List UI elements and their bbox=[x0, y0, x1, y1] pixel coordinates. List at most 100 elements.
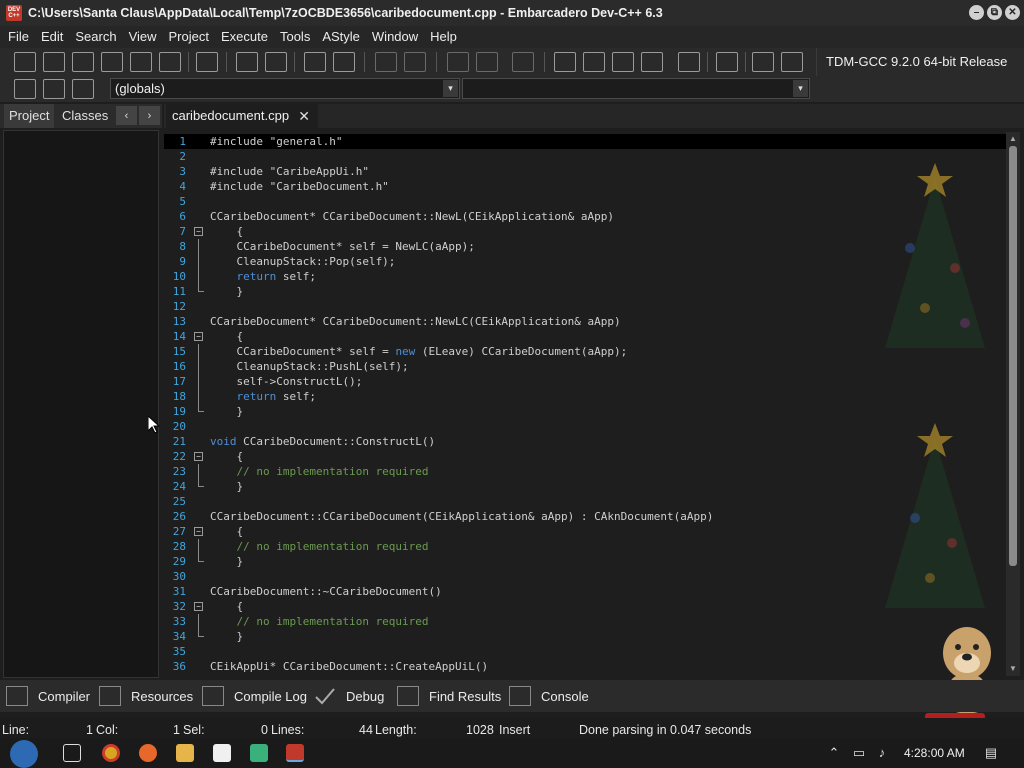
code-line[interactable]: 13 CCaribeDocument* CCaribeDocument::NewL… bbox=[164, 314, 1006, 329]
code-line[interactable]: 14− { bbox=[164, 329, 1006, 344]
close-button[interactable]: ✕ bbox=[1005, 5, 1020, 20]
code-line[interactable]: 12 bbox=[164, 299, 1006, 314]
file-explorer-icon[interactable] bbox=[176, 744, 194, 762]
code-line[interactable]: 10 return self; bbox=[164, 269, 1006, 284]
profile-icon[interactable] bbox=[752, 52, 774, 72]
code-line[interactable]: 7− { bbox=[164, 224, 1006, 239]
print-icon[interactable] bbox=[196, 52, 218, 72]
code-line[interactable]: 6 CCaribeDocument* CCaribeDocument::NewL(… bbox=[164, 209, 1006, 224]
code-line[interactable]: 21 void CCaribeDocument::ConstructL() bbox=[164, 434, 1006, 449]
code-line[interactable]: 15 CCaribeDocument* self = new (ELeave) … bbox=[164, 344, 1006, 359]
goto-line-icon[interactable] bbox=[72, 79, 94, 99]
editor-vertical-scrollbar[interactable]: ▲ ▼ bbox=[1006, 132, 1020, 676]
code-line[interactable]: 33 // no implementation required bbox=[164, 614, 1006, 629]
chevron-down-icon[interactable]: ▾ bbox=[793, 80, 808, 97]
indent-icon[interactable] bbox=[304, 52, 326, 72]
undo-icon[interactable] bbox=[375, 52, 397, 72]
unindent-icon[interactable] bbox=[333, 52, 355, 72]
tab-find-results[interactable]: Find Results bbox=[397, 680, 501, 712]
code-line[interactable]: 22− { bbox=[164, 449, 1006, 464]
menu-execute[interactable]: Execute bbox=[215, 26, 274, 48]
code-line[interactable]: 20 bbox=[164, 419, 1006, 434]
project-browser-panel[interactable] bbox=[3, 130, 159, 678]
code-line[interactable]: 5 bbox=[164, 194, 1006, 209]
chevron-down-icon[interactable]: ▾ bbox=[443, 80, 458, 97]
code-line[interactable]: 24 } bbox=[164, 479, 1006, 494]
menu-astyle[interactable]: AStyle bbox=[316, 26, 366, 48]
code-line[interactable]: 27− { bbox=[164, 524, 1006, 539]
new-project-icon[interactable] bbox=[447, 52, 469, 72]
fold-toggle-icon[interactable]: − bbox=[194, 602, 203, 611]
menu-view[interactable]: View bbox=[123, 26, 163, 48]
code-line[interactable]: 8 CCaribeDocument* self = NewLC(aApp); bbox=[164, 239, 1006, 254]
firefox-icon[interactable] bbox=[139, 744, 157, 762]
code-line[interactable]: 17 self->ConstructL(); bbox=[164, 374, 1006, 389]
toggle-bookmark-icon[interactable] bbox=[43, 79, 65, 99]
code-line[interactable]: 4 #include "CaribeDocument.h" bbox=[164, 179, 1006, 194]
save-all-icon[interactable] bbox=[101, 52, 123, 72]
7zip-icon[interactable] bbox=[213, 744, 231, 762]
save-icon[interactable] bbox=[72, 52, 94, 72]
start-button-icon[interactable] bbox=[10, 740, 38, 768]
code-line[interactable]: 19 } bbox=[164, 404, 1006, 419]
code-line[interactable]: 3 #include "CaribeAppUi.h" bbox=[164, 164, 1006, 179]
menu-help[interactable]: Help bbox=[424, 26, 463, 48]
taskbar-clock[interactable]: 4:28:00 AM bbox=[904, 738, 965, 768]
code-line[interactable]: 1 #include "general.h" bbox=[164, 134, 1006, 149]
code-line[interactable]: 28 // no implementation required bbox=[164, 539, 1006, 554]
tab-compiler[interactable]: Compiler bbox=[6, 680, 90, 712]
menu-search[interactable]: Search bbox=[69, 26, 122, 48]
task-view-icon[interactable] bbox=[63, 744, 81, 762]
tab-console[interactable]: Console bbox=[509, 680, 589, 712]
compile-icon[interactable] bbox=[554, 52, 576, 72]
code-line[interactable]: 11 } bbox=[164, 284, 1006, 299]
menu-file[interactable]: File bbox=[2, 26, 35, 48]
tab-compile-log[interactable]: Compile Log bbox=[202, 680, 307, 712]
tab-classes[interactable]: Classes bbox=[57, 104, 113, 128]
insert-icon[interactable] bbox=[14, 79, 36, 99]
code-line[interactable]: 29 } bbox=[164, 554, 1006, 569]
code-line[interactable]: 9 CleanupStack::Pop(self); bbox=[164, 254, 1006, 269]
code-line[interactable]: 26 CCaribeDocument::CCaribeDocument(CEikA… bbox=[164, 509, 1006, 524]
rebuild-all-icon[interactable] bbox=[641, 52, 663, 72]
tab-scroll-left-icon[interactable]: ‹ bbox=[116, 106, 137, 125]
find-icon[interactable] bbox=[236, 52, 258, 72]
open-file-icon[interactable] bbox=[43, 52, 65, 72]
fold-toggle-icon[interactable]: − bbox=[194, 527, 203, 536]
fold-toggle-icon[interactable]: − bbox=[194, 332, 203, 341]
chrome-icon[interactable] bbox=[102, 744, 120, 762]
notification-icon[interactable]: ▤ bbox=[983, 745, 999, 761]
code-editor[interactable]: 1 #include "general.h" 2 3 #include "CaribeA… bbox=[164, 128, 1006, 676]
menu-window[interactable]: Window bbox=[366, 26, 424, 48]
goto-bookmark-icon[interactable] bbox=[512, 52, 534, 72]
scroll-up-icon[interactable]: ▲ bbox=[1007, 133, 1019, 145]
devcpp-taskbar-icon[interactable] bbox=[286, 744, 304, 762]
code-line[interactable]: 23 // no implementation required bbox=[164, 464, 1006, 479]
network-icon[interactable]: ▭ bbox=[851, 745, 867, 761]
redo-icon[interactable] bbox=[404, 52, 426, 72]
check-syntax-icon[interactable] bbox=[678, 52, 700, 72]
code-line[interactable]: 25 bbox=[164, 494, 1006, 509]
menu-edit[interactable]: Edit bbox=[35, 26, 69, 48]
new-file-icon[interactable] bbox=[14, 52, 36, 72]
fold-toggle-icon[interactable]: − bbox=[194, 227, 203, 236]
close-tab-icon[interactable]: ✕ bbox=[298, 104, 310, 128]
compile-run-icon[interactable] bbox=[612, 52, 634, 72]
scroll-down-icon[interactable]: ▼ bbox=[1007, 663, 1019, 675]
scope-dropdown[interactable]: (globals) ▾ bbox=[110, 78, 460, 99]
maximize-button[interactable]: ⧉ bbox=[987, 5, 1002, 20]
minimize-button[interactable]: – bbox=[969, 5, 984, 20]
close-file-icon[interactable] bbox=[130, 52, 152, 72]
delete-profile-icon[interactable] bbox=[781, 52, 803, 72]
close-all-icon[interactable] bbox=[159, 52, 181, 72]
code-line[interactable]: 32− { bbox=[164, 599, 1006, 614]
code-line[interactable]: 2 bbox=[164, 149, 1006, 164]
volume-icon[interactable]: ♪ bbox=[874, 745, 890, 761]
menu-tools[interactable]: Tools bbox=[274, 26, 316, 48]
tab-caribedocument[interactable]: caribedocument.cpp ✕ bbox=[166, 104, 318, 128]
fold-toggle-icon[interactable]: − bbox=[194, 452, 203, 461]
function-dropdown[interactable]: ▾ bbox=[462, 78, 810, 99]
code-line[interactable]: 36 CEikAppUi* CCaribeDocument::CreateAppU… bbox=[164, 659, 1006, 674]
replace-icon[interactable] bbox=[265, 52, 287, 72]
add-file-icon[interactable] bbox=[476, 52, 498, 72]
